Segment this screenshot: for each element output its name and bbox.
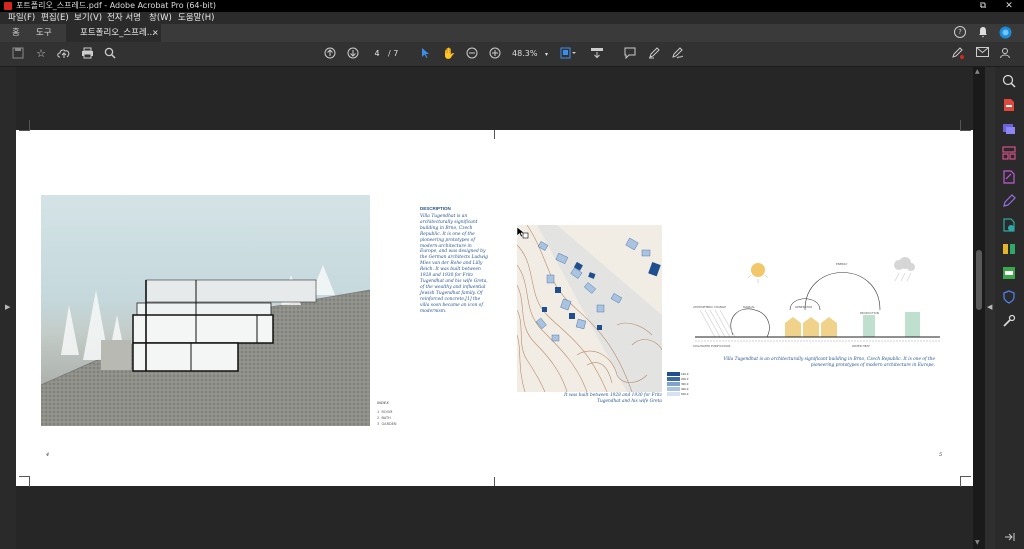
index-item: 1 ROOM	[377, 410, 393, 414]
diagram-label: ENERGY	[836, 262, 848, 266]
index-item: 2 BATH	[377, 416, 391, 420]
diagram-label: PRODUCTION	[860, 311, 879, 315]
acrobat-app-icon	[4, 2, 12, 10]
zoom-level-value: 48.3%	[512, 49, 538, 58]
page-display-icon[interactable]	[560, 47, 576, 61]
diagram-label: WATER HEAT	[852, 344, 870, 348]
vertical-scrollbar[interactable]: ▲ ▼	[973, 67, 985, 549]
search-icon[interactable]	[103, 47, 117, 61]
site-map-image	[517, 225, 662, 392]
right-pane-toggle[interactable]: ◀	[985, 67, 995, 549]
more-tools-icon[interactable]	[1002, 313, 1016, 327]
expand-left-pane-icon[interactable]: ▶	[5, 303, 10, 311]
energy-diagram: ATMOSPHERIC CHANGE MANUAL GENERATOR ENER…	[693, 255, 940, 355]
title-bar: 포트폴리오_스프레드.pdf - Adobe Acrobat Pro (64-b…	[0, 0, 1024, 12]
highlight-pen-icon[interactable]	[647, 47, 661, 61]
close-tab-icon[interactable]: ×	[152, 24, 159, 42]
page-number-input[interactable]: 4	[370, 49, 384, 59]
hand-tool-icon[interactable]: ✋	[442, 47, 456, 61]
menu-view[interactable]: 보기(V)	[74, 12, 102, 24]
bookmark-star-icon[interactable]: ☆	[34, 47, 48, 61]
zoom-in-icon[interactable]	[488, 47, 502, 61]
notification-bell-icon[interactable]	[976, 26, 990, 40]
crop-mark	[19, 476, 30, 487]
collapse-right-pane-icon[interactable]: ◀	[987, 303, 992, 311]
restore-window-button[interactable]: ⧉	[972, 0, 994, 12]
save-icon[interactable]	[11, 47, 25, 61]
diagram-label: MANUAL	[743, 305, 755, 309]
center-fold-mark	[494, 130, 495, 139]
index-heading: INDEX	[377, 400, 389, 405]
main-toolbar: ☆ 4 / 7 ✋ 48.3% ▾	[0, 42, 1024, 67]
tab-home[interactable]: 홈	[12, 24, 20, 42]
create-pdf-icon[interactable]	[1002, 217, 1016, 232]
right-page-number: 5	[939, 452, 943, 458]
menu-file[interactable]: 파일(F)	[8, 12, 35, 24]
tab-document[interactable]: 포트폴리오_스프레... ×	[66, 24, 161, 42]
menu-bar: 파일(F) 편집(E) 보기(V) 전자 서명 창(W) 도움말(H)	[0, 12, 1024, 24]
menu-window[interactable]: 창(W)	[149, 12, 172, 24]
select-tool-icon[interactable]	[418, 47, 432, 61]
zoom-out-icon[interactable]	[465, 47, 479, 61]
comment-icon[interactable]	[623, 47, 637, 61]
scan-ocr-icon[interactable]	[1002, 265, 1016, 279]
scroll-mode-icon[interactable]	[590, 47, 604, 61]
tab-tools[interactable]: 도구	[36, 24, 52, 42]
zoom-search-icon[interactable]	[1002, 73, 1016, 88]
diagram-caption: Villa Tugendhat is an architecturally si…	[723, 357, 935, 368]
menu-esign[interactable]: 전자 서명	[107, 12, 141, 24]
description-body: Villa Tugendhat is an architecturally si…	[420, 214, 488, 314]
cloud-upload-icon[interactable]	[57, 47, 71, 61]
crop-mark	[960, 120, 971, 131]
window-title: 포트폴리오_스프레드.pdf - Adobe Acrobat Pro (64-b…	[16, 1, 216, 10]
left-page-number: 4	[46, 452, 50, 458]
tools-pane	[995, 67, 1024, 549]
menu-help[interactable]: 도움말(H)	[178, 12, 214, 24]
fill-sign-icon[interactable]	[951, 47, 965, 61]
tab-document-label: 포트폴리오_스프레...	[80, 28, 155, 38]
comment-tool-icon[interactable]	[1002, 121, 1016, 135]
compare-files-icon[interactable]	[1002, 241, 1016, 255]
map-legend-labels: 100.0 200.0 300.0 400.0 500.0	[681, 373, 689, 396]
map-legend	[667, 372, 680, 396]
scroll-up-icon[interactable]: ▲	[975, 68, 980, 75]
diagram-label: GENERATOR	[795, 305, 813, 309]
section-render-image	[41, 195, 370, 426]
print-icon[interactable]	[80, 47, 94, 61]
tab-bar: 홈 도구 포트폴리오_스프레... × ?	[0, 24, 1024, 42]
total-pages: / 7	[388, 49, 399, 58]
left-navigation-pane[interactable]: ▶	[0, 67, 16, 549]
scroll-down-icon[interactable]: ▼	[975, 539, 980, 546]
help-icon[interactable]: ?	[954, 26, 966, 38]
menu-edit[interactable]: 편집(E)	[41, 12, 69, 24]
account-avatar-icon[interactable]	[998, 26, 1012, 40]
fill-and-sign-icon[interactable]	[1002, 193, 1016, 207]
email-icon[interactable]	[975, 47, 989, 61]
index-item: 3 GARDEN	[377, 422, 397, 426]
description-heading: DESCRIPTION	[420, 206, 451, 211]
previous-page-icon[interactable]	[323, 47, 337, 61]
close-window-button[interactable]: ✕	[998, 0, 1020, 12]
mouse-cursor-icon	[516, 226, 529, 239]
zoom-level-dropdown[interactable]: 48.3% ▾	[512, 48, 548, 61]
scrollbar-thumb[interactable]	[976, 250, 982, 310]
crop-mark	[960, 476, 971, 487]
diagram-label: ATMOSPHERIC CHANGE	[693, 305, 726, 309]
crop-mark	[19, 120, 30, 131]
diagram-label: SOIL/WATER PURIFICATION	[693, 344, 731, 348]
collapse-tools-pane-icon[interactable]	[1002, 529, 1016, 543]
sign-icon[interactable]	[670, 47, 684, 61]
share-user-icon[interactable]	[998, 47, 1012, 61]
map-caption: It was built between 1928 and 1930 for F…	[564, 393, 662, 404]
protect-shield-icon[interactable]	[1002, 289, 1016, 304]
next-page-icon[interactable]	[346, 47, 360, 61]
edit-pdf-icon[interactable]	[1002, 169, 1016, 184]
organize-pages-icon[interactable]	[1002, 145, 1016, 160]
center-fold-mark	[494, 477, 495, 486]
chevron-down-icon: ▾	[544, 51, 548, 58]
export-pdf-icon[interactable]	[1002, 97, 1016, 111]
